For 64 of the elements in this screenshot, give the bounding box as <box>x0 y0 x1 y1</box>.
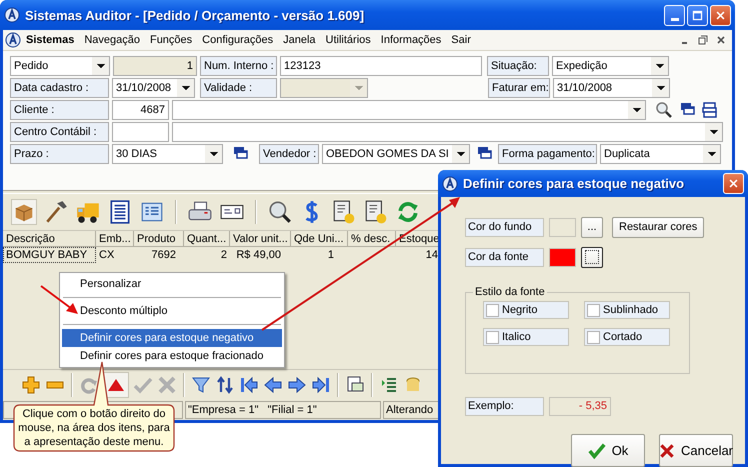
table-cell-text: 14 <box>424 248 439 263</box>
date-dropdown[interactable]: 31/10/2008 <box>112 78 195 98</box>
menu-item[interactable]: Informações <box>376 34 446 46</box>
column-header[interactable]: Quant... <box>184 231 230 247</box>
checkbox[interactable]: Italico <box>483 328 569 346</box>
column-header[interactable]: Valor unit... <box>230 231 291 247</box>
status-dropdown[interactable]: Expedição <box>552 56 669 76</box>
menu-item[interactable]: Configurações <box>197 34 278 46</box>
checkbox[interactable]: Negrito <box>483 301 569 319</box>
restore-button[interactable]: Restaurar cores <box>612 216 704 238</box>
column-header[interactable]: Emb... <box>96 231 134 247</box>
field-label: Validade : <box>200 78 277 98</box>
status-text: "Empresa = 1" "Filial = 1" <box>185 401 381 419</box>
checkbox[interactable]: Sublinhado <box>584 301 670 319</box>
field-label: Situação: <box>487 56 549 76</box>
menu-item[interactable]: Personalizar <box>62 275 282 293</box>
menu-item[interactable]: Sair <box>446 34 476 46</box>
menu-item[interactable]: Utilitários <box>320 34 376 46</box>
menu-item[interactable]: Sistemas <box>25 34 80 46</box>
internal-number-field[interactable]: 123123 <box>280 56 482 76</box>
checkbox[interactable]: Cortado <box>584 328 670 346</box>
example-field: - 5,35 <box>549 396 611 416</box>
table-cell: BOMGUY BABY <box>3 247 96 263</box>
field-label: Faturar em: <box>488 78 550 98</box>
menu-item[interactable]: Funções <box>144 34 198 46</box>
menu-item[interactable]: Desconto múltiplo <box>62 302 282 320</box>
menu-item[interactable]: Definir cores para estoque fracionado <box>62 347 282 365</box>
field-label: Num. Interno : <box>200 56 277 76</box>
number-field: 1 <box>113 56 197 76</box>
type-dropdown[interactable]: Pedido <box>10 56 110 76</box>
client-code-field[interactable]: 4687 <box>112 100 169 120</box>
callout-text: Clique com o botão direito do mouse, na área dos itens, para a apresentação deste menu. <box>17 407 171 449</box>
menu-item[interactable]: Janela <box>278 34 321 46</box>
field-label: Data cadastro : <box>10 78 109 98</box>
column-header[interactable]: Produto <box>134 231 184 247</box>
window-title: Sistemas Auditor - [Pedido / Orçamento - versão 1.609] <box>25 8 364 22</box>
table-cell-text: R$ 49,00 <box>235 248 282 263</box>
group-title: Estilo da fonte <box>474 286 546 298</box>
field-label: Forma pagamento: <box>498 144 597 164</box>
table-cell-text: CX <box>98 248 116 263</box>
seller-dropdown[interactable]: OBEDON GOMES DA SI <box>322 144 470 164</box>
field-label: Cor do fundo <box>465 218 544 236</box>
menu-item[interactable]: Navegação <box>79 34 145 46</box>
field-label: Prazo : <box>10 144 109 164</box>
field-label: Centro Contábil : <box>10 122 109 142</box>
ok-button[interactable]: Ok <box>571 434 645 467</box>
browse-button[interactable]: ... <box>581 216 603 238</box>
column-header[interactable]: Descrição <box>3 231 96 247</box>
payment-dropdown[interactable]: Duplicata <box>600 144 721 164</box>
menu-item[interactable]: Definir cores para estoque negativo <box>62 329 282 347</box>
table-cell-text: 1 <box>326 248 335 263</box>
dialog-title: Definir cores para estoque negativo <box>463 176 684 191</box>
cancel-button[interactable]: Cancelar <box>659 434 733 467</box>
term-dropdown[interactable]: 30 DIAS <box>112 144 223 164</box>
column-header[interactable]: % desc. <box>348 231 396 247</box>
billing-date-dropdown[interactable]: 31/10/2008 <box>553 78 670 98</box>
table-cell-text: 2 <box>220 248 228 263</box>
status-text: Alterando <box>383 401 439 419</box>
table-cell-text: 7692 <box>150 248 177 263</box>
field-label: Vendedor : <box>259 144 319 164</box>
field-label: Cliente : <box>10 100 109 120</box>
field-label: Cor da fonte <box>465 248 544 266</box>
column-header[interactable]: Qde Uni... <box>291 231 348 247</box>
field-label: Exemplo: <box>465 396 544 416</box>
